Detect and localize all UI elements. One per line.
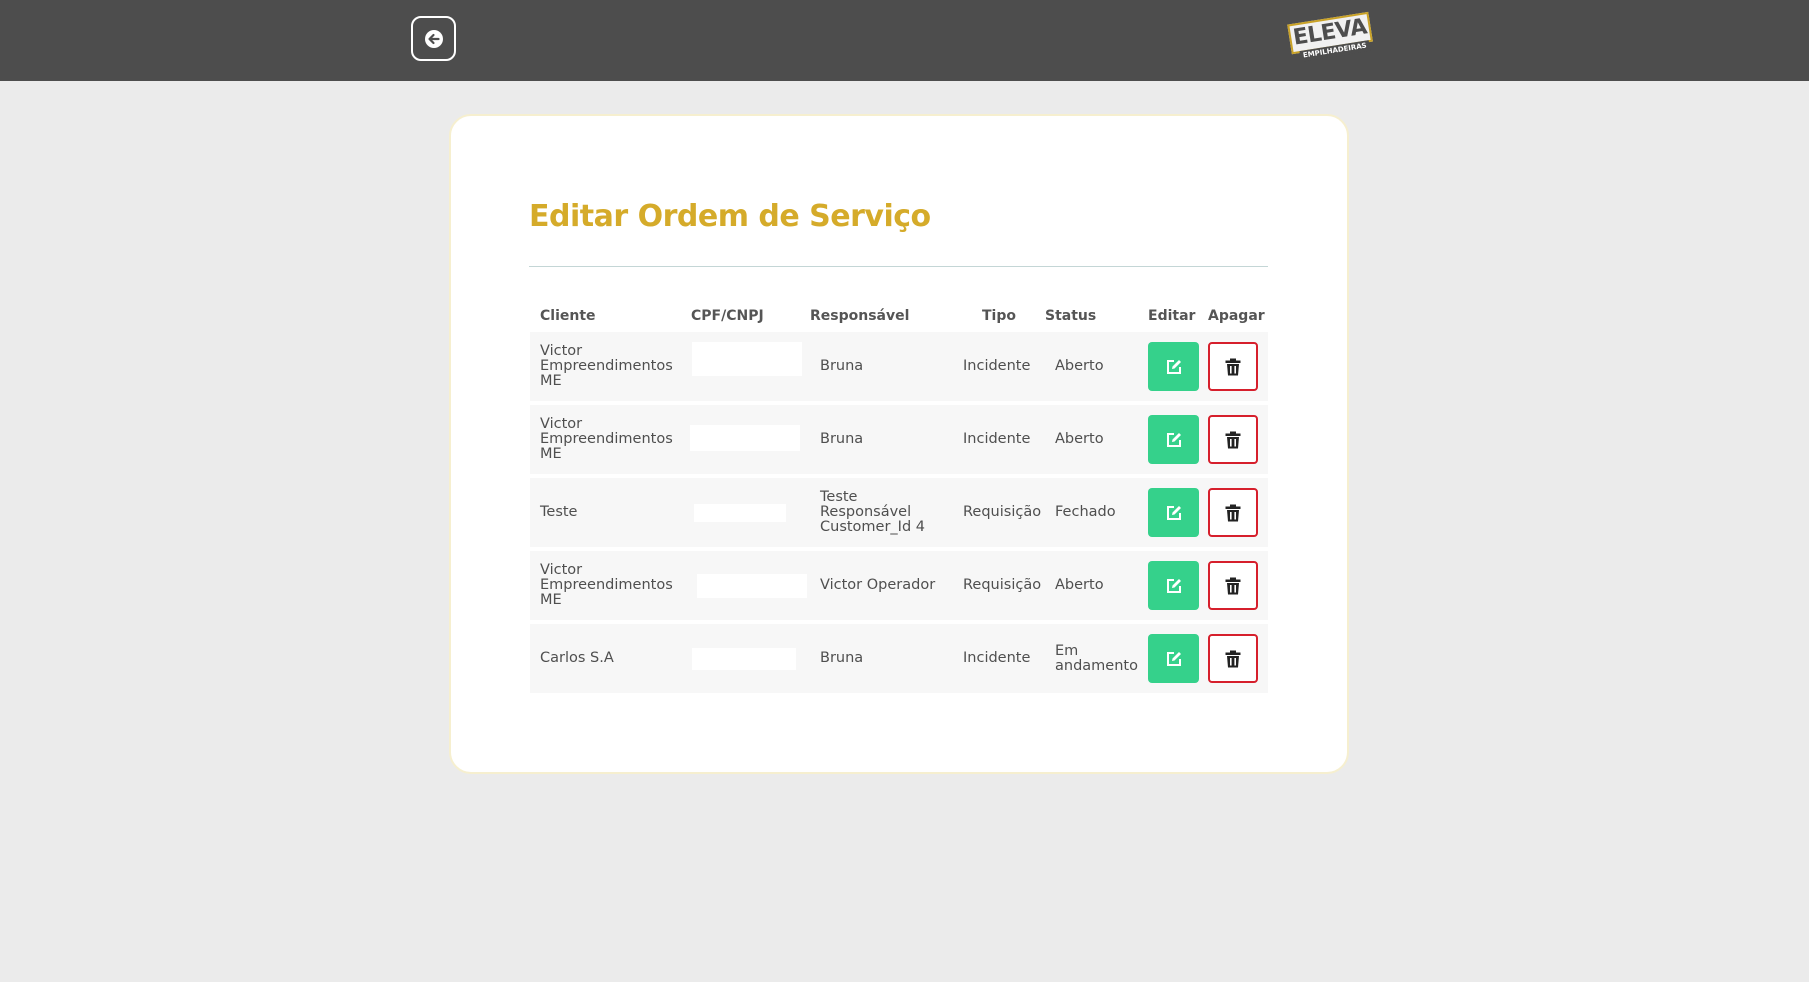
pencil-square-icon	[1166, 651, 1181, 666]
delete-button[interactable]	[1208, 561, 1258, 610]
pencil-square-icon	[1166, 359, 1181, 374]
cell-responsavel: Victor Operador	[820, 577, 936, 593]
cell-status: Aberto	[1055, 358, 1104, 374]
cell-cliente: Teste	[540, 504, 578, 520]
cell-responsavel: Bruna	[820, 431, 864, 447]
table-row: Victor Empreendimentos ME Bruna Incident…	[530, 332, 1268, 401]
cell-responsavel: Bruna	[820, 650, 864, 666]
trash-icon	[1225, 358, 1241, 375]
back-button[interactable]	[411, 16, 456, 61]
cell-status: Fechado	[1055, 504, 1116, 520]
column-header-editar: Editar	[1148, 308, 1196, 324]
edit-button[interactable]	[1148, 488, 1199, 537]
eleva-logo: ELEVA EMPILHADEIRAS	[1287, 11, 1375, 66]
trash-icon	[1225, 431, 1241, 448]
top-header-bar: ELEVA EMPILHADEIRAS	[0, 0, 1809, 81]
table-header: Cliente CPF/CNPJ Responsável Tipo Status…	[530, 300, 1268, 332]
trash-icon	[1225, 504, 1241, 521]
cell-cpf-cnpj	[697, 574, 807, 598]
edit-button[interactable]	[1148, 342, 1199, 391]
column-header-tipo: Tipo	[982, 308, 1016, 324]
cell-tipo: Requisição	[963, 577, 1042, 593]
title-divider	[529, 266, 1268, 267]
trash-icon	[1225, 650, 1241, 667]
pencil-square-icon	[1166, 578, 1181, 593]
cell-cliente: Victor Empreendimentos ME	[540, 343, 673, 389]
cell-cliente: Carlos S.A	[540, 650, 614, 666]
delete-button[interactable]	[1208, 415, 1258, 464]
cell-tipo: Incidente	[963, 358, 1031, 374]
page-title: Editar Ordem de Serviço	[529, 199, 931, 234]
cell-status: Em andamento	[1055, 642, 1138, 674]
cell-tipo: Requisição	[963, 504, 1042, 520]
cell-cpf-cnpj	[692, 648, 796, 670]
column-header-apagar: Apagar	[1208, 308, 1265, 324]
delete-button[interactable]	[1208, 342, 1258, 391]
arrow-left-icon	[424, 29, 443, 48]
trash-icon	[1225, 577, 1241, 594]
column-header-status: Status	[1045, 308, 1097, 324]
column-header-responsavel: Responsável	[810, 308, 910, 324]
service-orders-table: Cliente CPF/CNPJ Responsável Tipo Status…	[530, 300, 1268, 697]
cell-status: Aberto	[1055, 431, 1104, 447]
delete-button[interactable]	[1208, 634, 1258, 683]
pencil-square-icon	[1166, 432, 1181, 447]
table-row: Victor Empreendimentos ME Victor Operado…	[530, 551, 1268, 620]
pencil-square-icon	[1166, 505, 1181, 520]
cell-tipo: Incidente	[963, 431, 1031, 447]
cell-responsavel: Bruna	[820, 358, 864, 374]
cell-cliente: Victor Empreendimentos ME	[540, 416, 673, 462]
cell-cpf-cnpj	[690, 425, 800, 451]
table-row: Teste Teste Responsável Customer_Id 4 Re…	[530, 478, 1268, 547]
cell-responsavel: Teste Responsável Customer_Id 4	[820, 489, 925, 535]
delete-button[interactable]	[1208, 488, 1258, 537]
edit-button[interactable]	[1148, 415, 1199, 464]
edit-button[interactable]	[1148, 561, 1199, 610]
column-header-cliente: Cliente	[540, 308, 596, 324]
cell-cpf-cnpj	[694, 504, 786, 522]
cell-tipo: Incidente	[963, 650, 1031, 666]
cell-cliente: Victor Empreendimentos ME	[540, 562, 673, 608]
cell-status: Aberto	[1055, 577, 1104, 593]
table-row: Victor Empreendimentos ME Bruna Incident…	[530, 405, 1268, 474]
cell-cpf-cnpj	[692, 342, 802, 376]
edit-button[interactable]	[1148, 634, 1199, 683]
column-header-cpf-cnpj: CPF/CNPJ	[691, 308, 764, 324]
table-row: Carlos S.A Bruna Incidente Em andamento	[530, 624, 1268, 693]
